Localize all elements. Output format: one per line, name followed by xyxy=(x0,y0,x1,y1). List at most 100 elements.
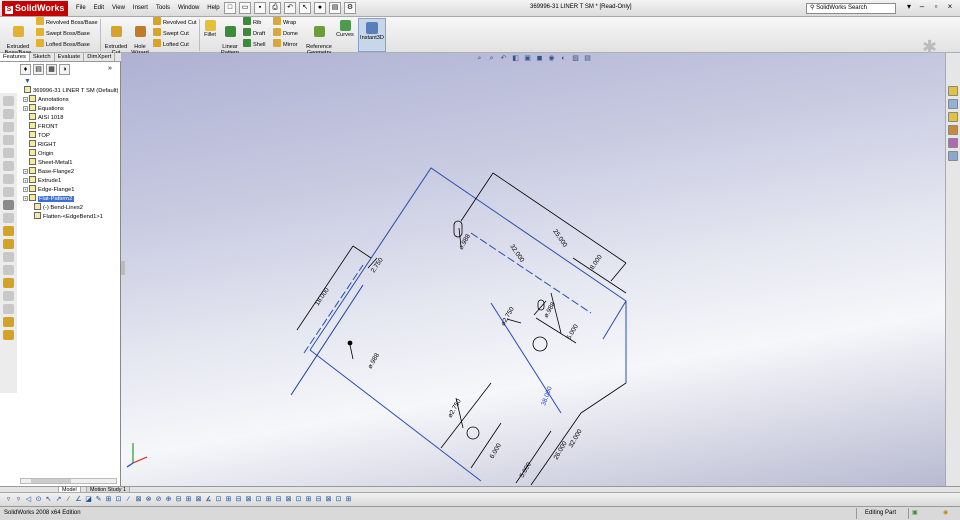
file-properties-icon[interactable]: ▤ xyxy=(329,2,341,14)
feature-tree-item[interactable]: AISI 1018 xyxy=(24,113,121,122)
options-icon[interactable]: ⚙ xyxy=(344,2,356,14)
sketch-tool-icon[interactable]: ⊡ xyxy=(114,495,123,504)
swept-boss-button[interactable]: Swept Boss/Base xyxy=(36,28,90,39)
dim-5a[interactable]: 5.000 xyxy=(566,323,580,341)
dim-2750a[interactable]: 2.750 xyxy=(370,256,385,274)
feature-tree-item[interactable]: Sheet-Metal1 xyxy=(24,158,121,167)
menu-help[interactable]: Help xyxy=(203,4,223,13)
print-icon[interactable]: ⎙ xyxy=(269,2,281,14)
feature-tree-item[interactable]: + Annotations xyxy=(23,95,121,104)
tool-icon-9[interactable] xyxy=(3,200,14,210)
sketch-tool-icon[interactable]: ⊞ xyxy=(224,495,233,504)
tool-icon-19[interactable] xyxy=(3,330,14,340)
dim-line[interactable] xyxy=(550,292,562,334)
restore-icon[interactable]: ▫ xyxy=(930,2,942,13)
dim-32b[interactable]: 32.000 xyxy=(568,428,584,449)
mirror-button[interactable]: Mirror xyxy=(273,39,298,50)
dim-18[interactable]: 18.000 xyxy=(314,286,331,307)
bend-line-1[interactable] xyxy=(303,264,364,354)
dim-8[interactable]: 8.000 xyxy=(589,253,604,271)
tab-sketch[interactable]: Sketch xyxy=(30,53,55,61)
tree-horizontal-scrollbar[interactable] xyxy=(20,478,117,484)
hole-4[interactable] xyxy=(466,426,480,440)
sketch-tool-icon[interactable]: ⊡ xyxy=(294,495,303,504)
tool-icon-18[interactable] xyxy=(3,317,14,327)
sketch-tool-icon[interactable]: ◁ xyxy=(24,495,33,504)
sketch-tool-icon[interactable]: ⊟ xyxy=(174,495,183,504)
sketch-tool-icon[interactable]: ⊠ xyxy=(324,495,333,504)
sketch-tool-icon[interactable]: ∡ xyxy=(204,495,213,504)
part-outline-bottom[interactable] xyxy=(309,349,482,482)
feature-tree-item[interactable]: FRONT xyxy=(24,122,121,131)
menu-window[interactable]: Window xyxy=(174,4,203,13)
sketch-tool-icon[interactable]: ▿ xyxy=(14,495,23,504)
tool-icon-8[interactable] xyxy=(3,187,14,197)
sketch-tool-icon[interactable]: ↗ xyxy=(54,495,63,504)
help-search-icon[interactable]: ▾ xyxy=(903,2,915,13)
sketch-tool-icon[interactable]: ✎ xyxy=(94,495,103,504)
feature-tree-item[interactable]: Flatten-<EdgeBend1>1 xyxy=(24,212,121,221)
hole-5[interactable] xyxy=(347,340,353,346)
minimize-icon[interactable]: – xyxy=(916,2,928,13)
menu-edit[interactable]: Edit xyxy=(90,4,108,13)
sketch-tool-icon[interactable]: ⊡ xyxy=(254,495,263,504)
feature-tree-item[interactable]: TOP xyxy=(24,131,121,140)
design-library-icon[interactable] xyxy=(948,99,958,109)
feature-tree-item[interactable]: RIGHT xyxy=(24,140,121,149)
dim-phi2750a[interactable]: ⌀2.750 xyxy=(500,306,516,327)
dim-line[interactable] xyxy=(460,172,494,222)
tool-icon-1[interactable] xyxy=(3,96,14,106)
extruded-boss-button[interactable]: Extruded Boss/Base xyxy=(4,19,32,56)
graphics-area[interactable]: ⌕ ⌕ ↶ ◧ ▣ ◼ ◉ ◐ ▨ ▤ 25.000 32.000 8.000 … xyxy=(121,53,945,486)
property-manager-icon[interactable]: ▤ xyxy=(33,64,44,75)
tool-icon-6[interactable] xyxy=(3,161,14,171)
tool-icon-12[interactable] xyxy=(3,239,14,249)
file-explorer-icon[interactable] xyxy=(948,112,958,122)
bend-line-2[interactable] xyxy=(290,284,364,396)
expand-toggle-icon[interactable]: + xyxy=(23,106,28,111)
extruded-cut-button[interactable]: Extruded Cut xyxy=(103,19,129,56)
draft-button[interactable]: Draft xyxy=(243,28,265,39)
sketch-tool-icon[interactable]: ⊕ xyxy=(164,495,173,504)
expand-toggle-icon[interactable]: + xyxy=(23,169,28,174)
sketch-tool-icon[interactable]: ⊗ xyxy=(144,495,153,504)
swept-cut-button[interactable]: Swept Cut xyxy=(153,28,189,39)
bend-line-3[interactable] xyxy=(470,232,592,314)
feature-tree-item[interactable]: 369996-31 LINER T SM (Default) xyxy=(24,86,121,95)
sketch-tool-icon[interactable]: ⊙ xyxy=(34,495,43,504)
reference-geometry-button[interactable]: Reference Geometry xyxy=(304,19,334,56)
dim-line[interactable] xyxy=(580,382,627,414)
dim-38[interactable]: 38.000 xyxy=(540,385,554,406)
shell-button[interactable]: Shell xyxy=(243,39,265,50)
solidworks-logo[interactable]: S SolidWorks xyxy=(2,1,68,16)
sketch-tool-icon[interactable]: ⊠ xyxy=(134,495,143,504)
feature-tree-item[interactable]: + Equations xyxy=(23,104,121,113)
leader-line[interactable] xyxy=(349,344,354,360)
sketch-tool-icon[interactable]: ⊞ xyxy=(104,495,113,504)
sketch-tool-icon[interactable]: ∠ xyxy=(74,495,83,504)
help-icon[interactable]: ◉ xyxy=(943,509,948,518)
sketch-tool-icon[interactable]: ∕ xyxy=(124,495,133,504)
expand-panel-icon[interactable]: » xyxy=(108,65,112,72)
fillet-button[interactable]: Fillet xyxy=(202,19,218,38)
tool-icon-11[interactable] xyxy=(3,226,14,236)
sketch-tool-icon[interactable]: ⊠ xyxy=(284,495,293,504)
menu-insert[interactable]: Insert xyxy=(129,4,152,13)
tool-icon-17[interactable] xyxy=(3,304,14,314)
dim-6[interactable]: 6.000 xyxy=(489,442,503,460)
feature-tree-item[interactable]: + Extrude1 xyxy=(23,176,121,185)
tool-icon-13[interactable] xyxy=(3,252,14,262)
rib-button[interactable]: Rib xyxy=(243,17,261,28)
feature-tree-item[interactable]: (-) Bend-Lines2 xyxy=(24,203,121,212)
dim-32a[interactable]: 32.000 xyxy=(508,243,525,264)
feature-tree-item[interactable]: Origin xyxy=(24,149,121,158)
expand-toggle-icon[interactable]: + xyxy=(23,97,28,102)
save-icon[interactable]: ▪ xyxy=(254,2,266,14)
instant3d-button[interactable]: Instant3D xyxy=(358,18,386,52)
revolved-cut-button[interactable]: Revolved Cut xyxy=(153,17,197,28)
sketch-tool-icon[interactable]: ◪ xyxy=(84,495,93,504)
sketch-tool-icon[interactable]: ⊡ xyxy=(334,495,343,504)
dim-line[interactable] xyxy=(610,262,627,282)
hole-2[interactable] xyxy=(532,336,548,352)
sketch-tool-icon[interactable]: ↖ xyxy=(44,495,53,504)
